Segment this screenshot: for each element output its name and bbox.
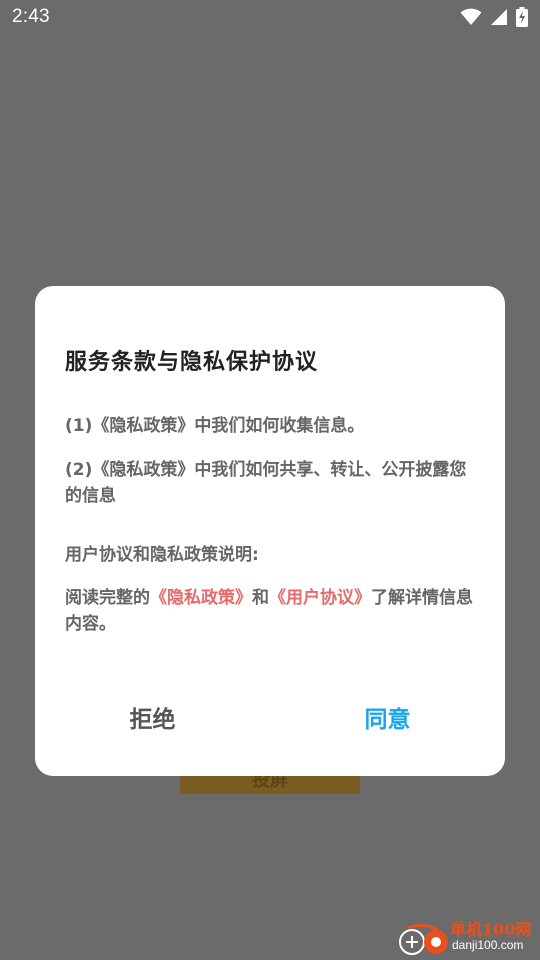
dialog-paragraph-read: 阅读完整的《隐私政策》和《用户协议》了解详情信息内容。 bbox=[65, 585, 480, 637]
dialog-paragraph-notice: 用户协议和隐私政策说明: bbox=[65, 545, 259, 565]
signal-icon bbox=[490, 8, 508, 30]
watermark-logo-icon bbox=[398, 923, 452, 960]
dialog-title: 服务条款与隐私保护协议 bbox=[65, 350, 319, 375]
agree-button[interactable]: 同意 bbox=[270, 698, 505, 742]
watermark-brand: 单机100网 bbox=[450, 920, 532, 939]
dialog-paragraph-collect: (1)《隐私政策》中我们如何收集信息。 bbox=[65, 416, 365, 436]
user-agreement-link[interactable]: 《用户协议》 bbox=[269, 588, 371, 608]
battery-charging-icon bbox=[516, 7, 528, 31]
privacy-dialog: 服务条款与隐私保护协议 (1)《隐私政策》中我们如何收集信息。 (2)《隐私政策… bbox=[35, 286, 505, 776]
status-time: 2:43 bbox=[12, 6, 50, 27]
dialog-actions: 拒绝 同意 bbox=[35, 698, 505, 742]
wifi-icon bbox=[460, 8, 482, 30]
read-conjunction: 和 bbox=[252, 588, 269, 608]
read-prefix: 阅读完整的 bbox=[65, 588, 150, 608]
dialog-paragraph-share: (2)《隐私政策》中我们如何共享、转让、公开披露您的信息 bbox=[65, 460, 467, 506]
status-bar: 2:43 bbox=[0, 0, 540, 36]
status-icons bbox=[460, 7, 528, 31]
watermark-url: danji100.com bbox=[452, 938, 524, 952]
watermark: 单机100网 danji100.com bbox=[390, 914, 540, 960]
privacy-policy-link[interactable]: 《隐私政策》 bbox=[150, 588, 252, 608]
reject-button[interactable]: 拒绝 bbox=[35, 698, 270, 742]
